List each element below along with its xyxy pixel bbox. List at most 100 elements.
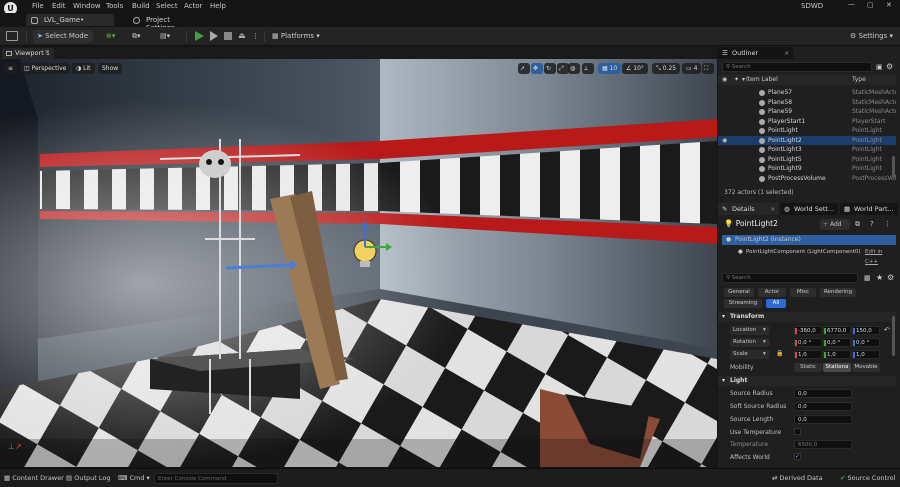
platforms-button[interactable]: ▦ Platforms ▾ xyxy=(272,30,322,43)
menu-edit[interactable]: Edit xyxy=(52,2,66,10)
select-mode-button[interactable]: ➤ Select Mode ▾ xyxy=(33,30,93,53)
menu-select[interactable]: Select xyxy=(156,2,178,10)
rotation-z-field[interactable]: 0,0 ° xyxy=(852,338,880,347)
outliner-row[interactable]: Plane58 StaticMeshActor xyxy=(718,98,896,108)
lock-icon[interactable]: 🔒 xyxy=(776,350,783,357)
source-length-field[interactable]: 0,0 xyxy=(794,415,852,424)
col-item-label[interactable]: Item Label xyxy=(746,75,778,85)
rotation-x-field[interactable]: 0,0 ° xyxy=(794,338,822,347)
eject-icon[interactable]: ⏏ xyxy=(238,31,248,41)
rotation-y-field[interactable]: 0,0 ° xyxy=(823,338,851,347)
outliner-row[interactable]: PointLight3 PointLight xyxy=(718,145,896,155)
reset-arrow-icon[interactable]: ↶ xyxy=(884,326,890,334)
add-component-button[interactable]: + Add xyxy=(820,219,850,230)
grid-snap-button[interactable]: ▦ 10 xyxy=(598,63,622,74)
rotation-dropdown[interactable]: Rotation ▾ xyxy=(730,338,770,347)
transform-section[interactable]: ▾ Transform xyxy=(718,312,896,322)
outliner-row[interactable]: ◉ PointLight2 PointLight xyxy=(718,135,896,146)
filter-streaming[interactable]: Streaming xyxy=(724,299,762,308)
perspective-button[interactable]: ◫ Perspective xyxy=(20,63,71,74)
viewport-options-button[interactable]: ≡ xyxy=(4,63,18,74)
scale-dropdown[interactable]: Scale ▾ xyxy=(730,350,770,359)
outliner-search-input[interactable]: ⚲ Search xyxy=(722,62,872,72)
close-tab-icon[interactable]: × xyxy=(44,48,50,56)
visibility-icon[interactable]: ◉ xyxy=(722,136,727,146)
menu-tools[interactable]: Tools xyxy=(106,2,123,10)
translate-tool-icon[interactable]: ✥ xyxy=(531,63,543,74)
blueprint-button[interactable]: ⧉▾ xyxy=(132,30,150,43)
filter-all[interactable]: All xyxy=(766,299,786,308)
menu-build[interactable]: Build xyxy=(132,2,150,10)
blueprint-icon[interactable]: ⧉ xyxy=(855,220,860,229)
step-icon[interactable] xyxy=(210,31,218,41)
level-viewport[interactable]: ≡ ◫ Perspective ◑ Lit Show ➚ ✥ ↻ ⤢ ◍ ⟂ ▦… xyxy=(0,59,717,467)
cinematics-button[interactable]: ▤▾ xyxy=(160,30,178,43)
add-filter-icon[interactable]: ▣ xyxy=(876,63,883,71)
component-instance-row[interactable]: ● PointLight2 (Instance) xyxy=(722,235,896,245)
col-type[interactable]: Type xyxy=(852,75,866,85)
outliner-row[interactable]: PostProcessVolume PostProcessVolume xyxy=(718,174,896,184)
mobility-static[interactable]: Static xyxy=(794,363,822,372)
component-row[interactable]: ● PointLightComponent (LightComponent0) … xyxy=(736,247,896,265)
tab-project-settings[interactable]: Project Settings xyxy=(128,14,208,32)
scale-x-field[interactable]: 1,0 xyxy=(794,350,822,359)
save-icon[interactable] xyxy=(6,31,18,41)
surface-snap-icon[interactable]: ⟂ xyxy=(582,63,594,74)
outliner-row[interactable]: Plane57 StaticMeshActor xyxy=(718,88,896,98)
help-icon[interactable]: ? xyxy=(870,220,874,228)
soft-source-radius-field[interactable]: 0,0 xyxy=(794,402,852,411)
camera-speed-button[interactable]: ▭ 4 xyxy=(682,63,702,74)
gear-icon[interactable]: ⚙ xyxy=(886,62,893,71)
location-x-field[interactable]: -360,0 xyxy=(794,326,822,335)
filter-misc[interactable]: Misc xyxy=(790,288,816,297)
content-drawer-button[interactable]: ▦ Content Drawer xyxy=(4,473,64,484)
outliner-row[interactable]: PointLight PointLight xyxy=(718,126,896,136)
tab-outliner[interactable]: ☰ Outliner × xyxy=(718,47,793,59)
tab-world-settings[interactable]: ◍ World Sett... xyxy=(780,203,838,215)
outliner-row[interactable]: PointLight9 PointLight xyxy=(718,164,896,174)
gear-icon[interactable]: ⚙ xyxy=(887,273,894,282)
console-input[interactable]: Enter Console Command xyxy=(154,473,278,484)
favorite-icon[interactable]: ★ xyxy=(876,273,883,282)
edit-cpp-link[interactable]: Edit in C++ xyxy=(865,247,896,267)
tab-details[interactable]: ✎ Details × xyxy=(718,203,778,215)
maximize-icon[interactable]: ▢ xyxy=(867,1,874,9)
source-radius-field[interactable]: 0,0 xyxy=(794,389,852,398)
location-z-field[interactable]: 150,0 xyxy=(852,326,880,335)
menu-file[interactable]: File xyxy=(32,2,44,10)
use-temperature-checkbox[interactable] xyxy=(794,428,801,435)
tab-level[interactable]: LVL_Game• xyxy=(26,14,114,26)
filter-rendering[interactable]: Rendering xyxy=(820,288,856,297)
stop-icon[interactable] xyxy=(224,32,232,40)
location-dropdown[interactable]: Location ▾ xyxy=(730,326,770,335)
temperature-field[interactable]: 6500,0 xyxy=(794,440,852,449)
location-y-field[interactable]: 6770,0 xyxy=(823,326,851,335)
filter-actor[interactable]: Actor xyxy=(758,288,786,297)
show-button[interactable]: Show xyxy=(98,63,123,74)
point-light-gizmo[interactable] xyxy=(352,221,392,271)
output-log-button[interactable]: ▤ Output Log xyxy=(66,473,110,484)
mobility-stationary[interactable]: Stationa xyxy=(823,363,851,372)
close-tab-icon[interactable]: × xyxy=(784,47,789,59)
actor-name[interactable]: PointLight2 xyxy=(736,219,778,228)
world-space-icon[interactable]: ◍ xyxy=(568,63,580,74)
scale-z-field[interactable]: 1,0 xyxy=(852,350,880,359)
scale-y-field[interactable]: 1,0 xyxy=(823,350,851,359)
derived-data-button[interactable]: ⇄ Derived Data xyxy=(772,473,823,484)
affects-world-checkbox[interactable]: ✓ xyxy=(794,453,801,460)
maximize-viewport-icon[interactable]: ⛶ xyxy=(702,63,714,74)
close-tab-icon[interactable]: × xyxy=(770,203,775,215)
filter-general[interactable]: General xyxy=(724,288,754,297)
outliner-row[interactable]: PlayerStart1 PlayerStart xyxy=(718,117,896,127)
scale-snap-button[interactable]: ⤡ 0.25 xyxy=(652,63,681,74)
add-content-button[interactable]: ⊕▾ xyxy=(106,30,124,43)
menu-window[interactable]: Window xyxy=(73,2,101,10)
outliner-scrollbar[interactable] xyxy=(892,156,895,178)
view-mode-button[interactable]: ◑ Lit xyxy=(72,63,95,74)
property-matrix-icon[interactable]: ▦ xyxy=(864,274,871,282)
menu-actor[interactable]: Actor xyxy=(184,2,202,10)
light-section[interactable]: ▾ Light xyxy=(718,376,896,386)
visibility-icon[interactable]: ◉ xyxy=(722,75,727,85)
details-search-input[interactable]: ⚲ Search xyxy=(722,273,858,283)
details-scrollbar[interactable] xyxy=(892,316,895,356)
